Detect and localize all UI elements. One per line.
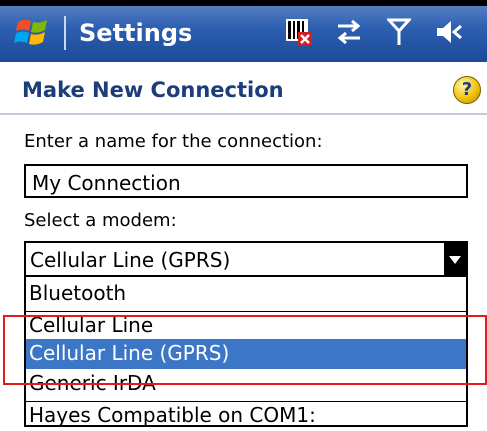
page-header: Make New Connection ? [0, 62, 487, 114]
page-title: Make New Connection [22, 78, 284, 102]
app-title: Settings [79, 19, 193, 47]
header-divider [0, 113, 487, 115]
modem-select[interactable]: Cellular Line (GPRS) [24, 241, 468, 277]
sync-arrows-icon[interactable] [332, 15, 366, 49]
dropdown-arrow-icon[interactable] [444, 243, 466, 275]
modem-selected-value: Cellular Line (GPRS) [30, 248, 231, 272]
modem-option-hayes-com1[interactable]: Hayes Compatible on COM1: [26, 401, 466, 431]
annotation-highlight-box [3, 315, 487, 385]
signal-antenna-icon[interactable] [382, 15, 416, 49]
connection-name-input[interactable]: My Connection [24, 164, 468, 198]
help-icon[interactable]: ? [453, 76, 481, 104]
windows-start-icon[interactable] [14, 14, 54, 50]
connection-name-label: Enter a name for the connection: [24, 131, 323, 152]
modem-label: Select a modem: [24, 210, 177, 231]
connection-name-value: My Connection [32, 171, 181, 195]
modem-option-bluetooth[interactable]: Bluetooth [26, 279, 466, 309]
title-bar: Settings [0, 0, 487, 62]
title-separator [64, 16, 66, 50]
status-icons [282, 14, 466, 50]
sim-card-icon[interactable] [282, 15, 316, 49]
volume-muted-icon[interactable] [432, 15, 466, 49]
